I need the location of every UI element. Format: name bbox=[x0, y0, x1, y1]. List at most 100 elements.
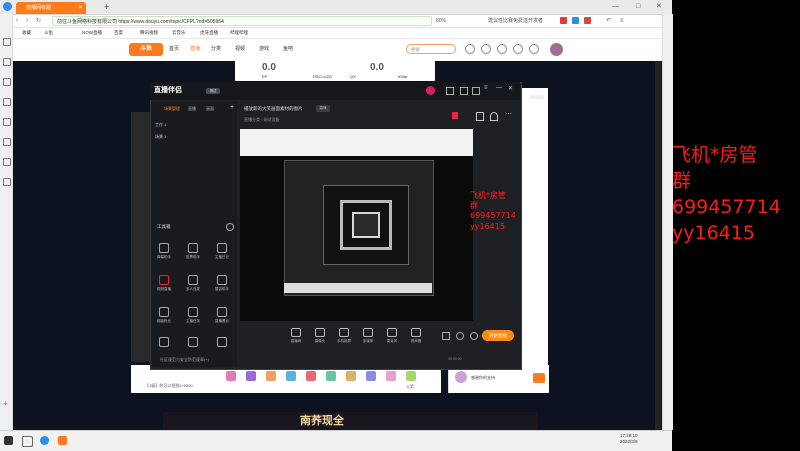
nav-video[interactable]: 视频 bbox=[235, 44, 245, 54]
scene-item[interactable]: 场景 1 bbox=[155, 134, 166, 140]
back-icon[interactable]: ‹ bbox=[16, 17, 18, 25]
tool-lottery[interactable] bbox=[155, 337, 173, 349]
ctrl-mic[interactable]: 麦克风 bbox=[382, 328, 402, 344]
tab-screen[interactable]: 画面 bbox=[206, 106, 214, 112]
favorites-icon[interactable] bbox=[3, 38, 11, 46]
ctrl-phone[interactable]: 手机投屏 bbox=[334, 328, 354, 344]
tool-fans[interactable]: 超级粉丝 bbox=[155, 307, 173, 324]
close-window-button[interactable]: ✕ bbox=[656, 1, 662, 13]
ad-banner[interactable] bbox=[163, 412, 538, 430]
tool-vote[interactable]: 投票助手 bbox=[184, 243, 202, 260]
bookmark-item[interactable]: 斗鱼 bbox=[44, 28, 53, 38]
bookmark-item[interactable]: 腾讯视频 bbox=[140, 28, 158, 38]
share-icon[interactable]: ⋯ bbox=[505, 110, 512, 118]
ctrl-camera[interactable]: 摄像头 bbox=[310, 328, 330, 344]
tool-pk[interactable] bbox=[213, 337, 231, 349]
apps-icon[interactable] bbox=[3, 178, 11, 186]
nav-category[interactable]: 分类 bbox=[211, 44, 221, 54]
browser-search-input[interactable]: 建议性比赛免费送开发者 bbox=[488, 16, 554, 26]
browser-tab-active[interactable]: 直播间标题 bbox=[16, 2, 86, 14]
task-view-icon[interactable] bbox=[22, 436, 33, 447]
nav-home[interactable]: 首页 bbox=[169, 44, 179, 54]
avatar[interactable] bbox=[426, 86, 435, 95]
ctrl-media[interactable]: 多媒体 bbox=[358, 328, 378, 344]
download-icon[interactable] bbox=[3, 78, 11, 86]
browser-logo-icon[interactable] bbox=[3, 2, 12, 11]
gift-icon[interactable] bbox=[406, 371, 416, 381]
maximize-button[interactable]: □ bbox=[636, 1, 640, 13]
message-icon[interactable] bbox=[460, 87, 468, 95]
taskbar-clock[interactable]: 17:28:10 2022/3/9 bbox=[620, 433, 638, 445]
gift-icon[interactable] bbox=[246, 371, 256, 381]
bell-icon[interactable] bbox=[490, 112, 498, 121]
history-icon[interactable] bbox=[3, 58, 11, 66]
send-button[interactable] bbox=[533, 373, 545, 383]
bookmark-item[interactable]: 虎牙直播 bbox=[200, 28, 218, 38]
browser-taskbar-icon[interactable] bbox=[40, 436, 49, 445]
address-input[interactable]: 前往斗鱼网络科技有限公司 https://www.douyu.com/topic… bbox=[52, 16, 432, 26]
gift-icon[interactable] bbox=[286, 371, 296, 381]
upload-icon[interactable] bbox=[529, 44, 539, 54]
bookmark-item[interactable]: 云音乐 bbox=[172, 28, 186, 38]
settings-icon[interactable] bbox=[446, 87, 454, 95]
nav-live[interactable]: 直播 bbox=[190, 44, 200, 54]
category-tag[interactable]: 游戏 bbox=[316, 105, 330, 112]
gift-icon[interactable] bbox=[306, 371, 316, 381]
game-icon[interactable] bbox=[3, 158, 11, 166]
follow-icon[interactable] bbox=[481, 44, 491, 54]
chat-icon[interactable] bbox=[3, 138, 11, 146]
menu-icon[interactable]: ≡ bbox=[484, 85, 488, 91]
nav-games[interactable]: 游戏 bbox=[259, 44, 269, 54]
live-title[interactable]: 播放新的大笑画面素材的图片 bbox=[244, 106, 303, 112]
new-tab-button[interactable]: + bbox=[104, 1, 109, 13]
app-taskbar-icon[interactable] bbox=[58, 436, 67, 445]
douyu-search-input[interactable]: 搜索 bbox=[406, 44, 456, 54]
scene-item[interactable]: 工作 1 bbox=[155, 122, 166, 128]
notes-icon[interactable] bbox=[3, 98, 11, 106]
bookmark-item[interactable]: 哔哩哔哩 bbox=[230, 28, 248, 38]
extension-icon[interactable] bbox=[584, 17, 591, 24]
tool-diary[interactable]: 主播日记 bbox=[213, 243, 231, 260]
download-icon[interactable] bbox=[497, 44, 507, 54]
layout-icon[interactable] bbox=[476, 112, 484, 121]
nav-yuba[interactable]: 鱼吧 bbox=[283, 44, 293, 54]
tab-close-icon[interactable]: ✕ bbox=[78, 2, 83, 14]
tool-video[interactable]: 视频直播 bbox=[155, 275, 173, 292]
share-icon[interactable] bbox=[472, 87, 480, 95]
add-scene-icon[interactable]: + bbox=[230, 104, 234, 111]
gift-icon[interactable] bbox=[266, 371, 276, 381]
stream-thumbnail-column[interactable] bbox=[131, 112, 152, 362]
gift-icon[interactable] bbox=[386, 371, 396, 381]
start-live-button[interactable]: 开始直播 bbox=[482, 330, 514, 341]
gift-icon[interactable] bbox=[226, 371, 236, 381]
tool-task[interactable]: 主播任务 bbox=[184, 307, 202, 324]
history-icon[interactable] bbox=[465, 44, 475, 54]
community-tip[interactable]: 社区规范与安全防范规章(+) bbox=[160, 357, 209, 363]
camera-small-icon[interactable] bbox=[442, 332, 450, 340]
tab-scenes[interactable]: 场景管理 bbox=[164, 106, 180, 112]
page-scrollbar[interactable] bbox=[655, 61, 661, 430]
ctrl-speaker[interactable]: 扬声器 bbox=[406, 328, 426, 344]
start-icon[interactable] bbox=[4, 436, 13, 445]
extension-icon[interactable] bbox=[572, 17, 579, 24]
douyu-logo[interactable]: 斗鱼 bbox=[129, 43, 163, 56]
bookmark-item[interactable]: 百度 bbox=[114, 28, 123, 38]
tool-danmu[interactable]: 弹幕助手 bbox=[155, 243, 173, 260]
minimize-button[interactable]: — bbox=[612, 1, 619, 13]
tool-highlight[interactable]: 直播看点 bbox=[213, 307, 231, 324]
ctrl-room[interactable]: 直播间 bbox=[286, 328, 306, 344]
extension-icon[interactable] bbox=[560, 17, 567, 24]
bookmark-item[interactable]: NOW直播 bbox=[82, 28, 102, 38]
gift-icon[interactable] bbox=[326, 371, 336, 381]
tool-quiz[interactable] bbox=[184, 337, 202, 349]
message-icon[interactable] bbox=[513, 44, 523, 54]
mail-icon[interactable] bbox=[3, 118, 11, 126]
add-icon[interactable]: + bbox=[3, 400, 8, 408]
avatar[interactable] bbox=[550, 43, 563, 56]
tool-multimic[interactable]: 多人连麦 bbox=[184, 275, 202, 292]
record-icon[interactable] bbox=[452, 112, 458, 119]
toolbox-toggle-icon[interactable] bbox=[226, 223, 234, 231]
menu-icon[interactable]: ≡ bbox=[620, 16, 624, 26]
tool-beauty[interactable]: 整容助手 bbox=[213, 275, 231, 292]
tab-live[interactable]: 直播 bbox=[188, 106, 196, 112]
